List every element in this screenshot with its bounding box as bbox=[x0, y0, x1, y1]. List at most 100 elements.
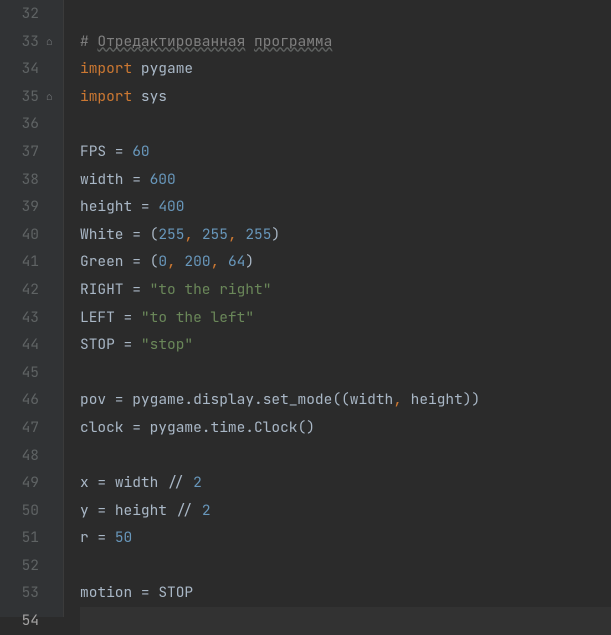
line-number: 45 bbox=[0, 359, 63, 387]
code-line[interactable] bbox=[80, 0, 611, 28]
number-token: 60 bbox=[132, 142, 149, 161]
number-token: 400 bbox=[158, 197, 184, 216]
code-line[interactable]: RIGHT = "to the right" bbox=[80, 276, 611, 304]
code-line[interactable]: clock = pygame.time.Clock() bbox=[80, 414, 611, 442]
number-token: 64 bbox=[228, 252, 245, 271]
operator-token: = bbox=[124, 252, 150, 271]
identifier-token: width bbox=[80, 170, 124, 189]
line-number-gutter: ⌂⌂ 3233343536373839404142434445464748495… bbox=[0, 0, 63, 617]
code-line[interactable]: LEFT = "to the left" bbox=[80, 304, 611, 332]
indent-guide bbox=[63, 0, 64, 617]
code-line[interactable]: import sys bbox=[80, 83, 611, 111]
operator-token: = bbox=[124, 418, 150, 437]
string-token: "to the right" bbox=[150, 280, 272, 299]
line-number: 42 bbox=[0, 276, 63, 304]
identifier-token: height // bbox=[115, 501, 202, 520]
line-number: 47 bbox=[0, 414, 63, 442]
string-token: "to the left" bbox=[141, 308, 254, 327]
line-number: 41 bbox=[0, 248, 63, 276]
line-number: 35 bbox=[0, 83, 63, 111]
line-number: 34 bbox=[0, 55, 63, 83]
number-token: 255 bbox=[158, 225, 184, 244]
number-token: 255 bbox=[202, 225, 228, 244]
identifier-token: height bbox=[80, 197, 132, 216]
identifier-token: pygame.time.Clock() bbox=[150, 418, 315, 437]
code-line[interactable]: height = 400 bbox=[80, 193, 611, 221]
operator-token: = bbox=[115, 308, 141, 327]
code-line[interactable]: White = (255, 255, 255) bbox=[80, 221, 611, 249]
code-line[interactable]: # Отредактированная программа bbox=[80, 28, 611, 56]
comma-token: , bbox=[167, 252, 184, 271]
line-number: 43 bbox=[0, 304, 63, 332]
line-number: 49 bbox=[0, 469, 63, 497]
comment-token: # bbox=[80, 32, 97, 51]
operator-token: = bbox=[124, 280, 150, 299]
code-line[interactable]: FPS = 60 bbox=[80, 138, 611, 166]
identifier-token: FPS bbox=[80, 142, 106, 161]
code-line[interactable]: pov = pygame.display.set_mode((width, he… bbox=[80, 386, 611, 414]
code-area[interactable]: # Отредактированная программаimport pyga… bbox=[63, 0, 611, 617]
number-token: 600 bbox=[150, 170, 176, 189]
code-editor[interactable]: ⌂⌂ 3233343536373839404142434445464748495… bbox=[0, 0, 611, 617]
operator-token: = bbox=[124, 170, 150, 189]
number-token: 0 bbox=[158, 252, 167, 271]
identifier-token: STOP bbox=[80, 335, 115, 354]
string-token: "stop" bbox=[141, 335, 193, 354]
code-line[interactable]: motion = STOP bbox=[80, 579, 611, 607]
comma-token: , bbox=[184, 225, 201, 244]
comment-token: Отредактированная bbox=[97, 32, 245, 51]
line-number: 44 bbox=[0, 331, 63, 359]
keyword-token: import bbox=[80, 59, 132, 78]
line-number: 33 bbox=[0, 28, 63, 56]
punct-token: ( bbox=[150, 225, 159, 244]
identifier-token: LEFT bbox=[80, 308, 115, 327]
line-number: 38 bbox=[0, 166, 63, 194]
code-line[interactable]: width = 600 bbox=[80, 166, 611, 194]
punct-token: ) bbox=[245, 252, 254, 271]
line-number: 46 bbox=[0, 386, 63, 414]
code-line[interactable] bbox=[80, 552, 611, 580]
code-line[interactable]: import pygame bbox=[80, 55, 611, 83]
operator-token: = bbox=[115, 335, 141, 354]
code-line[interactable] bbox=[80, 359, 611, 387]
line-number: 51 bbox=[0, 524, 63, 552]
number-token: 2 bbox=[193, 473, 202, 492]
gutter-marker-icon: ⌂ bbox=[46, 84, 53, 112]
number-token: 50 bbox=[115, 528, 132, 547]
identifier-token: r bbox=[80, 528, 89, 547]
identifier-token: Green bbox=[80, 252, 124, 271]
number-token: 2 bbox=[202, 501, 211, 520]
line-number: 54 bbox=[0, 607, 63, 635]
operator-token: = bbox=[124, 225, 150, 244]
identifier-token: motion bbox=[80, 583, 132, 602]
code-line[interactable]: r = 50 bbox=[80, 524, 611, 552]
line-number: 52 bbox=[0, 552, 63, 580]
code-line[interactable]: STOP = "stop" bbox=[80, 331, 611, 359]
punct-token: ) bbox=[271, 225, 280, 244]
identifier-token: clock bbox=[80, 418, 124, 437]
line-number: 48 bbox=[0, 442, 63, 470]
comma-token: , bbox=[393, 390, 410, 409]
number-token: 200 bbox=[184, 252, 210, 271]
operator-token: = bbox=[89, 473, 115, 492]
identifier-token: STOP bbox=[158, 583, 193, 602]
line-number: 39 bbox=[0, 193, 63, 221]
identifier-token: pygame.display.set_mode((width bbox=[132, 390, 393, 409]
code-line[interactable]: x = width // 2 bbox=[80, 469, 611, 497]
gutter-marker-icon: ⌂ bbox=[46, 29, 53, 57]
code-line[interactable] bbox=[80, 607, 611, 635]
keyword-token: import bbox=[80, 87, 132, 106]
identifier-token: White bbox=[80, 225, 124, 244]
punct-token: ( bbox=[150, 252, 159, 271]
code-line[interactable] bbox=[80, 442, 611, 470]
operator-token: = bbox=[106, 390, 132, 409]
identifier-token: x bbox=[80, 473, 89, 492]
operator-token: = bbox=[132, 197, 158, 216]
code-line[interactable]: Green = (0, 200, 64) bbox=[80, 248, 611, 276]
line-number: 53 bbox=[0, 579, 63, 607]
code-line[interactable]: y = height // 2 bbox=[80, 497, 611, 525]
code-line[interactable] bbox=[80, 110, 611, 138]
comment-token: программа bbox=[254, 32, 332, 51]
identifier-token: RIGHT bbox=[80, 280, 124, 299]
comma-token: , bbox=[211, 252, 228, 271]
